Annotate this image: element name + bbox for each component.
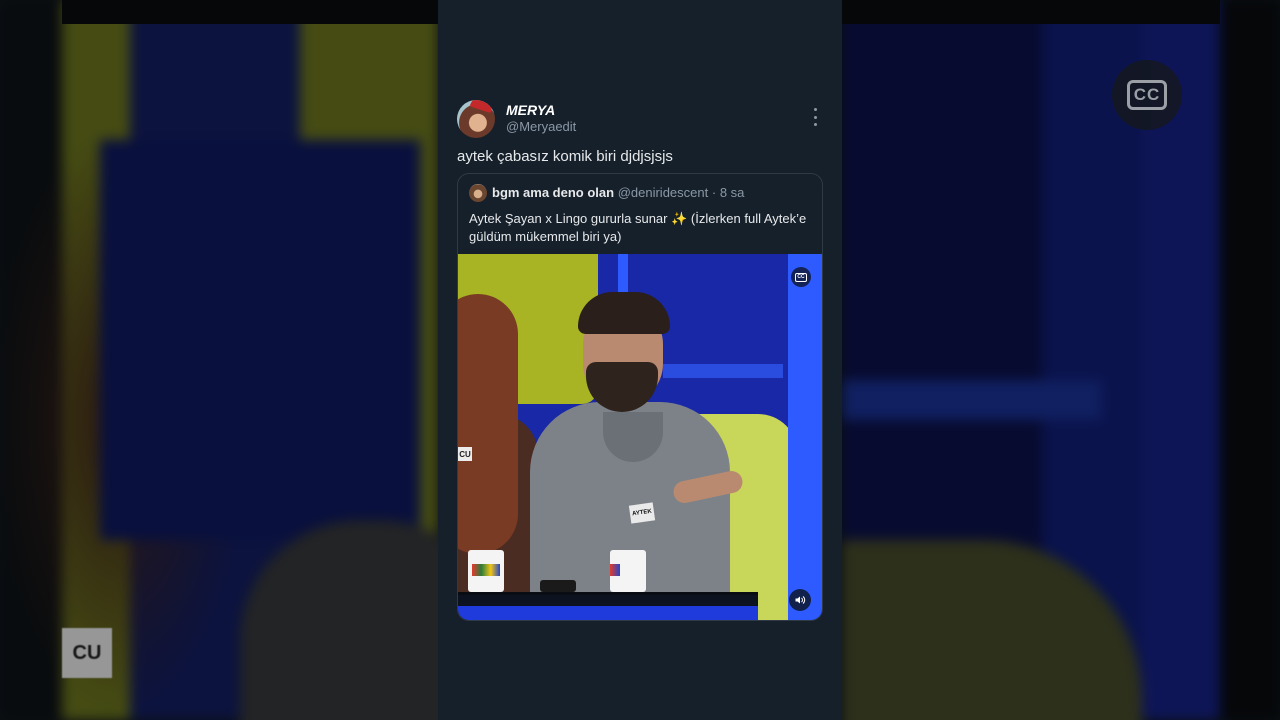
cc-icon: CC (795, 272, 807, 282)
background-scene (0, 0, 438, 720)
display-name[interactable]: MERYA (506, 102, 555, 118)
video-set-light-right (788, 254, 822, 620)
video-name-tag: CU (458, 447, 472, 461)
quote-text: Aytek Şayan x Lingo gururla sunar ✨ (İzl… (469, 211, 807, 244)
video-person-left-hair (458, 294, 518, 554)
avatar[interactable] (457, 100, 495, 138)
handle[interactable]: @Meryaedit (506, 119, 576, 134)
background-video-left (0, 0, 438, 720)
quoted-tweet[interactable]: bgm ama deno olan @deniridescent · 8 sa … (457, 173, 823, 621)
more-vertical-icon[interactable] (811, 108, 819, 126)
quote-separator: · (711, 185, 717, 200)
quote-handle[interactable]: @deniridescent (618, 185, 709, 200)
video-mug (610, 550, 646, 592)
video-name-tag: AYTEK (628, 502, 656, 524)
video-player[interactable]: CU AYTEK CC (458, 254, 822, 620)
closed-captions-button[interactable]: CC (1112, 60, 1182, 130)
quote-time[interactable]: 8 sa (720, 185, 745, 200)
video-buzzer (540, 580, 576, 592)
cc-icon: CC (1126, 80, 1168, 110)
closed-captions-button[interactable]: CC (791, 267, 811, 287)
quote-avatar[interactable] (469, 184, 487, 202)
video-desk-light (458, 606, 758, 620)
speaker-icon (795, 596, 806, 604)
background-video-right (842, 0, 1280, 720)
tweet-card: MERYA @Meryaedit aytek çabasız komik bir… (438, 0, 842, 720)
quote-display-name[interactable]: bgm ama deno olan (492, 185, 614, 200)
background-name-tag: CU (62, 628, 112, 678)
tweet-text: aytek çabasız komik biri djdjsjsjs (457, 148, 673, 165)
video-set-stripe (663, 364, 783, 378)
sound-button[interactable] (789, 589, 811, 611)
background-scene (842, 0, 1280, 720)
video-mug (468, 550, 504, 592)
video-person-hair (578, 292, 670, 334)
quote-header: bgm ama deno olan @deniridescent · 8 sa (492, 185, 744, 200)
